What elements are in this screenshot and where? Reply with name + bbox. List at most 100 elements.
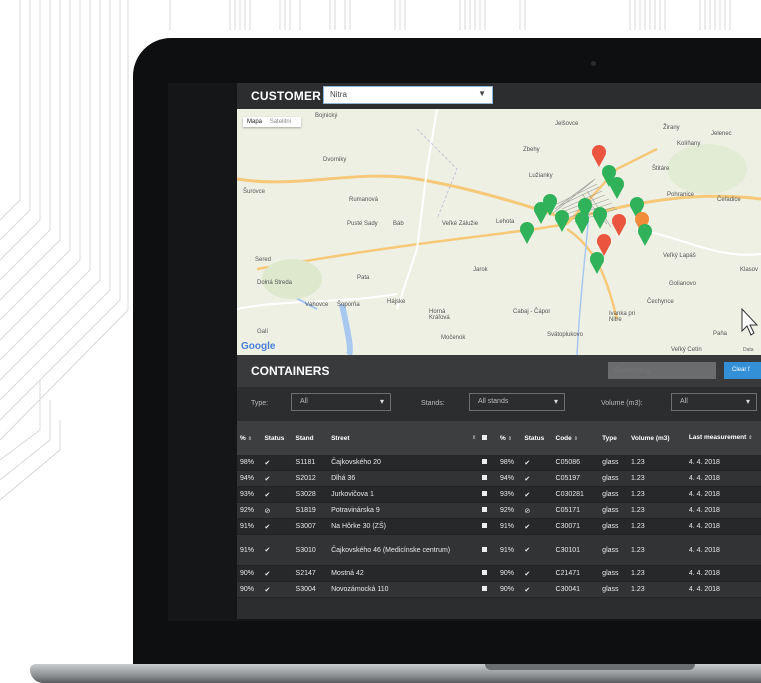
volume-cell: 1.23 — [628, 565, 686, 582]
percent-cell-2: 94% — [496, 470, 522, 487]
place-label: Bojnický — [315, 113, 338, 119]
place-label: Váhovce — [305, 302, 329, 308]
col-type[interactable]: Type — [599, 421, 629, 455]
place-label: Jelšovce — [555, 121, 579, 127]
place-label: Dvorniky — [323, 157, 347, 163]
place-label: Lužianky — [529, 173, 553, 179]
place-label: Dolná Streda — [257, 280, 293, 286]
clear-filter-button[interactable]: Clear f — [724, 362, 761, 379]
place-label: Čechynce — [647, 299, 674, 305]
select-cell — [479, 565, 497, 582]
volume-filter-value: All — [680, 398, 688, 405]
type-cell: glass — [599, 581, 629, 598]
select-cell — [479, 502, 497, 519]
last-measurement-cell: 4. 4. 2018 — [685, 486, 761, 503]
search-input[interactable] — [608, 362, 716, 379]
table-row[interactable]: 93% ✔ S3028 Jurkovičova 1 93% ✔ C030281 glass 1.… — [237, 486, 761, 503]
table-row[interactable]: 98% ✔ S1181 Čajkovského 20 98% ✔ C05086 glass 1.… — [237, 455, 761, 471]
checkbox-icon[interactable] — [482, 459, 488, 464]
place-label: Žirany — [663, 125, 680, 131]
google-logo: Google — [241, 341, 276, 352]
type-cell: glass — [599, 502, 629, 519]
table-row[interactable]: 90% ✔ S2147 Mostná 42 90% ✔ C21471 glass 1.23 4. … — [237, 565, 761, 582]
place-label: Čeľadice — [717, 197, 741, 203]
place-label: Štitáre — [652, 166, 670, 172]
col-select[interactable] — [479, 421, 497, 455]
filter-bar: Type: All ▾ Stands: All stands ▾ Volume … — [237, 387, 761, 421]
street-cell: Čajkovského 20 — [328, 455, 480, 471]
col-code[interactable]: Code ⇕ — [552, 421, 600, 455]
checkbox-icon[interactable] — [482, 491, 488, 496]
select-cell — [479, 470, 497, 487]
checkbox-icon[interactable] — [482, 570, 488, 575]
stand-cell: S2012 — [292, 470, 329, 487]
laptop-base-notch — [485, 664, 695, 670]
stand-cell: S3028 — [292, 486, 329, 503]
volume-cell: 1.23 — [628, 518, 686, 535]
volume-cell: 1.23 — [628, 470, 686, 487]
street-cell: Jurkovičova 1 — [328, 486, 480, 503]
volume-filter-select[interactable]: All ▾ — [671, 393, 757, 411]
status-cell-2: ✔ — [521, 581, 553, 598]
col-last-measurement[interactable]: Last measurement ⇕ — [685, 421, 761, 455]
table-row[interactable]: 90% ✔ S3004 Novozámocká 110 90% ✔ C30041 glass 1… — [237, 581, 761, 598]
checkbox-icon[interactable] — [482, 546, 488, 552]
street-cell: Mostná 42 — [328, 565, 480, 582]
place-label: Šurovce — [243, 189, 266, 195]
last-measurement-cell: 4. 4. 2018 — [685, 470, 761, 487]
table-header: % ⇕ Status Stand Street ⇕ % ⇕ Status Code ⇕ … — [237, 421, 761, 455]
volume-filter-label: Volume (m3): — [601, 400, 643, 407]
table-row[interactable]: 92% ⊘ S1819 Potravinárska 9 92% ⊘ C05171 glass 1… — [237, 502, 761, 519]
checkbox-icon[interactable] — [482, 586, 488, 591]
webcam-icon — [591, 61, 596, 66]
percent-cell-2: 93% — [496, 486, 522, 503]
place-label: Pusté Sady — [347, 221, 378, 227]
col-stand[interactable]: Stand — [292, 421, 329, 455]
sort-icon: ⇕ — [507, 435, 512, 442]
chevron-down-icon: ▼ — [478, 89, 486, 98]
stands-filter-select[interactable]: All stands ▾ — [469, 393, 565, 411]
table-row[interactable]: 91% ✔ S3007 Na Hôrke 30 (ZŠ) 91% ✔ C30071 glass… — [237, 518, 761, 535]
map-type-satellite[interactable]: Satelitní — [270, 119, 292, 125]
col-street[interactable]: Street ⇕ — [328, 421, 480, 455]
col-volume[interactable]: Volume (m3) — [628, 421, 686, 455]
last-measurement-cell: 4. 4. 2018 — [685, 455, 761, 471]
volume-cell: 1.23 — [628, 455, 686, 471]
place-label: Cabaj - Čápor — [513, 309, 551, 315]
code-cell: C30041 — [552, 581, 600, 598]
col-status-2[interactable]: Status — [521, 421, 553, 455]
percent-cell: 91% — [237, 534, 262, 566]
checkbox-icon[interactable] — [482, 475, 488, 480]
col-status[interactable]: Status — [261, 421, 293, 455]
place-label: Golianovo — [669, 281, 697, 287]
select-cell — [479, 486, 497, 503]
map-type-toggle[interactable]: Mapa Satelitní — [243, 117, 302, 127]
laptop-bezel-bottom — [168, 621, 761, 664]
select-cell — [479, 455, 497, 471]
place-label: Kolíňany — [677, 141, 701, 147]
map-type-map[interactable]: Mapa — [247, 119, 262, 125]
customer-select[interactable]: Nitra ▼ — [323, 86, 493, 104]
place-label: Jelenec — [711, 131, 732, 137]
street-cell: Novozámocká 110 — [328, 581, 480, 598]
col-percent[interactable]: % ⇕ — [237, 421, 262, 455]
last-measurement-cell: 4. 4. 2018 — [685, 534, 761, 566]
status-cell: ⊘ — [261, 502, 293, 519]
map-view[interactable]: Mapa Satelitní Bojnický Jelšovce Žirany … — [237, 109, 761, 355]
code-cell: C05086 — [552, 455, 600, 471]
percent-cell-2: 98% — [496, 455, 522, 471]
volume-cell: 1.23 — [628, 502, 686, 519]
place-label: Pohranice — [667, 192, 695, 198]
checkbox-icon[interactable] — [482, 523, 488, 528]
chevron-down-icon: ▾ — [553, 397, 558, 406]
checkbox-icon[interactable] — [482, 507, 488, 512]
percent-cell: 98% — [237, 455, 262, 471]
col-percent-2[interactable]: % ⇕ — [496, 421, 522, 455]
table-row[interactable]: 91% ✔ S3010 Čajkovského 46 (Medicínske cent… — [237, 534, 761, 566]
place-label: Báb — [393, 221, 404, 227]
percent-cell-2: 91% — [496, 534, 522, 566]
map-data-link[interactable]: Data — [743, 347, 754, 353]
table-row[interactable]: 94% ✔ S2012 Dlhá 36 94% ✔ C05197 glass 1.23 4. 4.… — [237, 470, 761, 487]
percent-cell: 94% — [237, 470, 262, 487]
type-filter-select[interactable]: All ▾ — [291, 393, 391, 411]
